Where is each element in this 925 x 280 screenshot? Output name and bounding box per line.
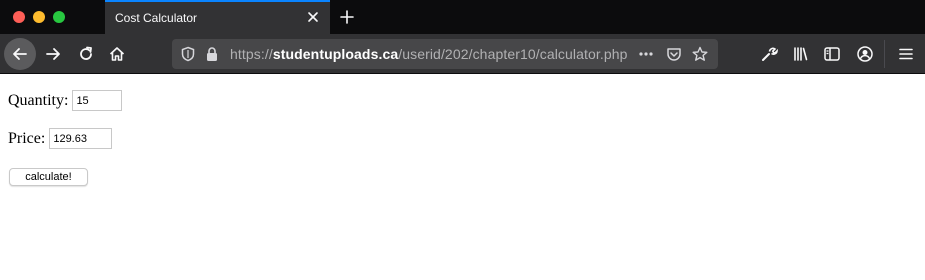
url-bar[interactable]: https://studentuploads.ca/userid/202/cha… [172, 39, 718, 69]
price-input[interactable] [49, 128, 113, 149]
close-icon[interactable] [304, 8, 322, 26]
wrench-icon[interactable] [753, 38, 785, 70]
quantity-label: Quantity: [8, 91, 69, 109]
lock-icon[interactable] [204, 46, 220, 62]
reload-icon[interactable] [70, 38, 102, 70]
account-icon[interactable] [849, 38, 881, 70]
toolbar-separator [884, 40, 885, 68]
shield-icon[interactable] [180, 46, 196, 62]
sidebar-icon[interactable] [816, 38, 848, 70]
calculate-button[interactable]: calculate! [9, 168, 88, 186]
page-actions-icon[interactable] [638, 46, 654, 62]
menu-icon[interactable] [890, 38, 922, 70]
tab-cost-calculator[interactable]: Cost Calculator [105, 0, 330, 34]
zoom-window-button[interactable] [53, 11, 65, 23]
url-scheme: https:// [230, 46, 273, 62]
title-bar: Cost Calculator [0, 0, 925, 34]
new-tab-icon[interactable] [335, 5, 359, 29]
price-row: Price: [8, 128, 113, 149]
back-icon[interactable] [4, 38, 36, 70]
page-content: Quantity: Price: calculate! [0, 75, 925, 280]
tab-title: Cost Calculator [115, 11, 198, 25]
close-window-button[interactable] [13, 11, 25, 23]
quantity-row: Quantity: [8, 90, 123, 111]
price-label: Price: [8, 129, 46, 147]
home-icon[interactable] [101, 38, 133, 70]
minimize-window-button[interactable] [33, 11, 45, 23]
quantity-input[interactable] [72, 90, 123, 111]
forward-icon[interactable] [37, 38, 69, 70]
library-icon[interactable] [785, 38, 817, 70]
navigation-toolbar: https://studentuploads.ca/userid/202/cha… [0, 34, 925, 74]
bookmark-star-icon[interactable] [692, 46, 708, 62]
url-text[interactable]: https://studentuploads.ca/userid/202/cha… [230, 46, 628, 62]
url-domain: studentuploads.ca [272, 46, 399, 62]
url-path: /userid/202/chapter10/calculator.php [398, 46, 628, 62]
pocket-icon[interactable] [666, 46, 682, 62]
